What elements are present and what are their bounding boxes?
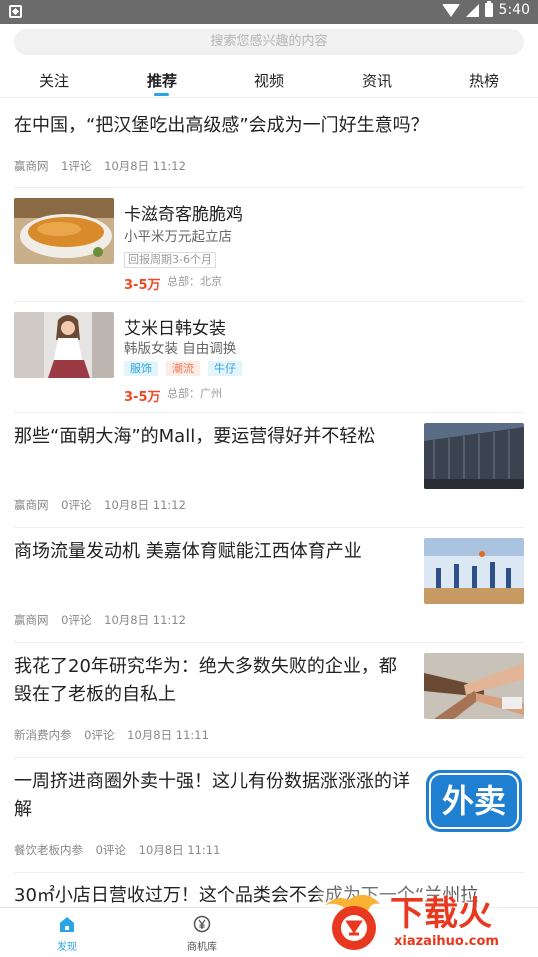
watermark: 下载火 xiazaihuo.com [318,886,538,957]
tab-recommend[interactable]: 推荐 [147,70,177,91]
tab-hot[interactable]: 热榜 [469,70,499,91]
home-icon [60,917,74,932]
takeaway-image: 外卖 [424,768,524,834]
article-title: 商场流量发动机 美嘉体育赋能江西体育产业 [14,541,362,562]
signal-icon [465,3,479,17]
article-time: 10月8日 11:12 [104,159,186,173]
article-meta: 赢商网 0评论 10月8日 11:12 [14,612,195,628]
article-item[interactable]: 商场流量发动机 美嘉体育赋能江西体育产业 赢商网 0评论 10月8日 11:12 [14,528,524,643]
brand-tag: 牛仔 [208,361,242,376]
article-comments: 1评论 [61,159,92,173]
article-source: 赢商网 [14,159,49,173]
article-title: 我花了20年研究华为：绝大多数失败的企业，都毁在了老板的自私上 [14,656,397,705]
brand-price: 3-5万 [124,278,161,293]
article-source: 新消费内参 [14,728,72,742]
brand-tag: 回报周期3-6个月 [124,252,216,268]
article-title: 在中国，“把汉堡吃出高级感”会成为一门好生意吗？ [14,115,429,136]
mall-building-image [424,423,524,489]
article-item[interactable]: 那些“面朝大海”的Mall，要运营得好并不轻松 赢商网 0评论 10月8日 11… [14,413,524,528]
article-time: 10月8日 11:12 [104,613,186,627]
fried-chicken-image [14,198,114,264]
article-source: 餐饮老板内参 [14,843,83,857]
brand-item[interactable]: 卡滋奇客脆脆鸡 小平米万元起立店 回报周期3-6个月 3-5万 总部：北京 [14,188,524,302]
brand-hq: 总部：北京 [167,275,222,288]
article-source: 赢商网 [14,613,49,627]
article-item[interactable]: 我花了20年研究华为：绝大多数失败的企业，都毁在了老板的自私上 新消费内参 0评… [14,643,524,758]
brand-tags: 服饰 潮流 牛仔 [124,361,242,376]
basketball-court-image [424,538,524,604]
article-time: 10月8日 11:12 [104,498,186,512]
brand-item[interactable]: 艾米日韩女装 韩版女装 自由调换 服饰 潮流 牛仔 3-5万 总部：广州 [14,302,524,413]
brand-name: 卡滋奇客脆脆鸡 [124,205,243,225]
status-time: 5:40 [498,2,530,18]
article-meta: 餐饮老板内参 0评论 10月8日 11:11 [14,842,229,858]
tab-news[interactable]: 资讯 [362,70,392,91]
brand-desc: 韩版女装 自由调换 [124,341,237,357]
nav-opportunities-label: 商机库 [187,942,217,953]
active-tab-indicator [154,93,169,96]
article-meta: 赢商网 1评论 10月8日 11:12 [14,158,195,174]
article-source: 赢商网 [14,498,49,512]
nav-discover-label: 发现 [57,942,77,953]
article-comments: 0评论 [61,498,92,512]
yuan-icon [193,915,211,933]
brand-name: 艾米日韩女装 [124,319,226,339]
article-meta: 赢商网 0评论 10月8日 11:12 [14,497,195,513]
article-title: 那些“面朝大海”的Mall，要运营得好并不轻松 [14,426,376,447]
article-time: 10月8日 11:11 [138,843,221,857]
article-title: 一周挤进商圈外卖十强！这儿有份数据涨涨涨的详解 [14,771,410,820]
tab-bar: 关注 推荐 视频 资讯 热榜 [0,62,538,98]
article-item[interactable]: 在中国，“把汉堡吃出高级感”会成为一门好生意吗？ 赢商网 1评论 10月8日 1… [14,112,524,188]
article-item[interactable]: 一周挤进商圈外卖十强！这儿有份数据涨涨涨的详解 外卖 餐饮老板内参 0评论 10… [14,758,524,873]
brand-hq: 总部：广州 [167,387,222,400]
fashion-model-image [14,312,114,378]
article-comments: 0评论 [95,843,126,857]
wifi-icon [441,3,460,17]
watermark-url: xiazaihuo.com [394,934,499,949]
article-time: 10月8日 11:11 [127,728,209,742]
takeaway-text: 外卖 [441,782,506,820]
notification-icon [9,5,22,18]
battery-icon [484,1,493,17]
stacked-hands-image [424,653,524,719]
article-meta: 新消费内参 0评论 10月8日 11:11 [14,727,218,743]
brand-tag: 潮流 [166,361,200,376]
brand-price: 3-5万 [124,390,161,405]
search-input[interactable]: 搜索您感兴趣的内容 [14,29,524,55]
article-comments: 0评论 [61,613,92,627]
tab-follow[interactable]: 关注 [39,70,69,91]
watermark-text: 下载火 [390,894,492,934]
article-comments: 0评论 [84,728,115,742]
status-bar: 5:40 [0,0,538,24]
brand-tag: 服饰 [124,361,158,376]
brand-desc: 小平米万元起立店 [124,229,232,245]
tab-video[interactable]: 视频 [254,70,284,91]
